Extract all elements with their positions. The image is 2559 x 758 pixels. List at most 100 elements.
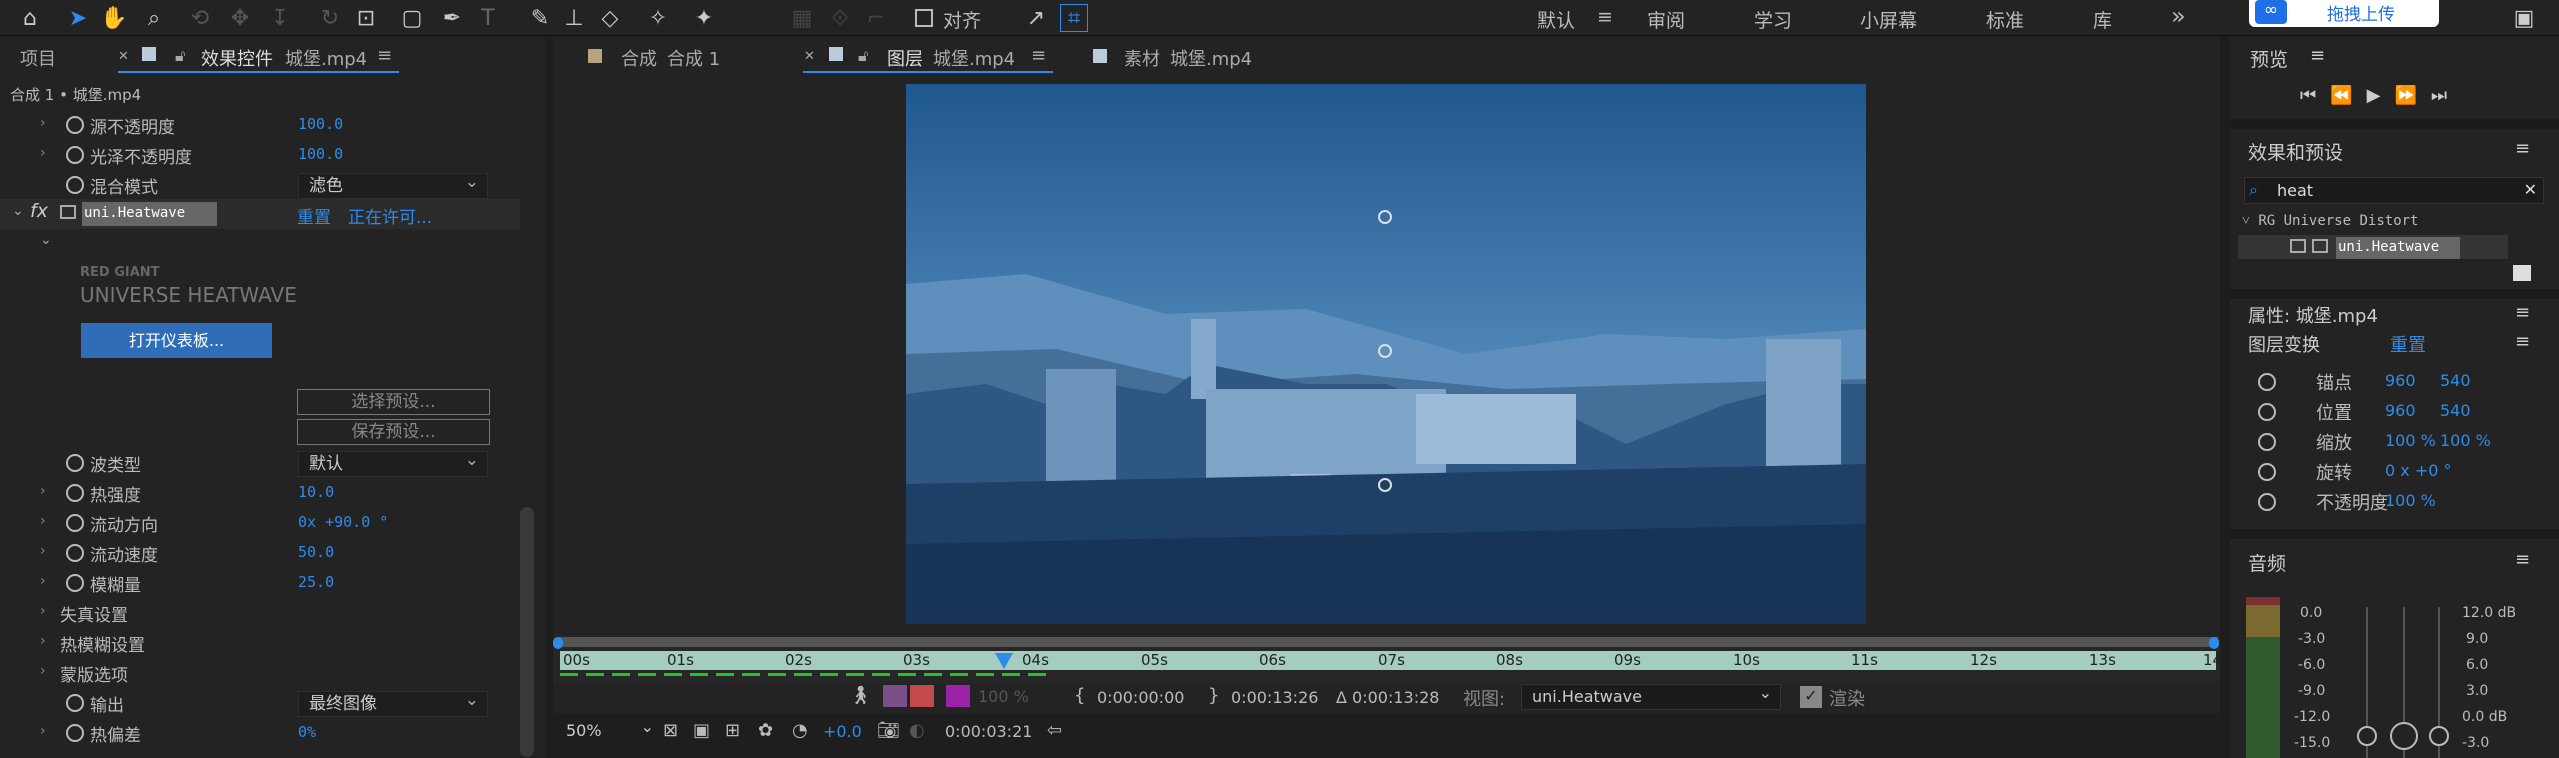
graph-icon[interactable]: ⟐ [826,4,854,32]
stopwatch-icon[interactable] [66,484,84,502]
effects-search-field[interactable]: ⌕ heat ✕ [2244,177,2544,204]
tree-item-row[interactable]: uni.Heatwave [2238,235,2508,259]
stopwatch-icon[interactable] [2258,493,2276,511]
group-row[interactable]: › 热模糊设置 [0,629,520,659]
property-value[interactable]: 100 % [2385,431,2436,450]
pen-tool-icon[interactable]: ✒ [438,4,466,32]
last-frame-icon[interactable]: ⏭ [2431,85,2461,106]
hand-tool-icon[interactable]: ✋ [100,4,128,32]
roto-brush-icon[interactable]: ✧ [644,4,672,32]
expand-arrow-icon[interactable]: › [40,483,46,499]
workspace-review[interactable]: 审阅 [1647,6,1685,33]
exposure-value[interactable]: +0.0 [823,722,862,741]
expand-arrow-icon[interactable]: › [40,543,46,559]
snap-target-icon[interactable]: ⌗ [1060,4,1088,32]
tab-effect-controls[interactable]: 效果控件 [201,45,273,71]
close-tab-icon[interactable]: ✕ [118,49,129,64]
flowchart-icon[interactable]: ⇦ [1047,720,1062,741]
open-dashboard-button[interactable]: 打开仪表板... [81,323,272,358]
brush-tool-icon[interactable]: ✎ [526,4,554,32]
stopwatch-icon[interactable] [66,454,84,472]
stopwatch-icon[interactable] [66,574,84,592]
stopwatch-icon[interactable] [66,514,84,532]
reset-link[interactable]: 重置 [297,203,331,228]
blend-mode-dropdown[interactable]: 滤色 [298,170,488,199]
view-dropdown[interactable]: uni.Heatwave ⌄ [1521,683,1781,710]
property-value[interactable]: 960 [2385,371,2416,390]
workspace-default[interactable]: 默认 [1537,6,1575,33]
panel-menu-icon[interactable]: ≡ [1031,45,1046,66]
property-value[interactable]: 0 x +0 ° [2385,461,2452,480]
property-value[interactable]: 100 % [2385,491,2436,510]
next-frame-icon[interactable]: ⏩ [2394,85,2430,106]
selection-tool-icon[interactable]: ➤ [64,4,92,32]
new-bin-icon[interactable] [2513,265,2531,281]
expand-arrow-icon[interactable]: › [40,723,46,739]
link-icon[interactable]: ⌐ [862,4,890,32]
licensing-link[interactable]: 正在许可... [348,203,432,228]
person-icon[interactable]: 🚶︎ [849,685,872,706]
workspace-more-icon[interactable]: » [2171,2,2186,30]
transform-reset-link[interactable]: 重置 [2390,331,2426,357]
clear-search-icon[interactable]: ✕ [2524,180,2537,199]
property-value[interactable]: 100.0 [298,115,343,133]
current-time[interactable]: 0:00:03:21 [945,722,1032,741]
in-point-bracket-icon[interactable]: { [1074,685,1085,706]
rectangle-tool-icon[interactable]: ▢ [398,4,426,32]
group-row[interactable]: › 失真设置 [0,599,520,629]
upload-button[interactable]: ∞ 拖拽上传 [2249,0,2439,27]
play-icon[interactable]: ▶ [2367,85,2395,106]
expand-arrow-icon[interactable]: › [40,603,46,619]
in-time[interactable]: 0:00:00:00 [1097,688,1184,707]
collapse-arrow-icon[interactable]: ⌄ [12,203,24,219]
property-value[interactable]: 100.0 [298,145,343,163]
first-frame-icon[interactable]: ⏮ [2300,85,2330,106]
anchor-point-handle[interactable] [1378,210,1392,224]
tab-project[interactable]: 项目 [20,45,56,71]
stopwatch-icon[interactable] [66,724,84,742]
work-area-bar[interactable] [558,637,2218,647]
render-checkbox[interactable]: ✓ [1800,686,1822,708]
stopwatch-icon[interactable] [66,176,84,194]
tab-layer[interactable]: 城堡.mp4 [933,45,1015,71]
show-snapshot-icon[interactable]: ◐ [909,720,925,741]
grid-guides-icon[interactable]: ⊞ [725,720,740,741]
panel-toggle-icon[interactable]: ▣ [2510,4,2538,32]
snapshot-icon[interactable]: 📷︎ [877,720,900,741]
anchor-point-handle[interactable] [1378,344,1392,358]
search-input[interactable]: heat [2277,181,2313,200]
property-value[interactable]: 540 [2440,401,2471,420]
expand-arrow-icon[interactable]: › [40,633,46,649]
panel-menu-icon[interactable]: ≡ [2515,302,2530,323]
home-icon[interactable]: ⌂ [16,4,44,32]
scrollbar-thumb[interactable] [520,507,534,757]
workspace-learn[interactable]: 学习 [1754,6,1792,33]
workspace-small-screen[interactable]: 小屏幕 [1860,6,1917,33]
tab-layer-prefix[interactable]: 图层 [887,45,923,71]
stopwatch-icon[interactable] [2258,433,2276,451]
tab-comp-prefix[interactable]: 合成 [621,45,657,71]
workspace-menu-icon[interactable]: ≡ [1597,6,1613,28]
expand-arrow-icon[interactable]: › [40,115,46,131]
orbit-tool-icon[interactable]: ⟲ [186,4,214,32]
stopwatch-icon[interactable] [66,116,84,134]
stopwatch-icon[interactable] [66,146,84,164]
tree-group[interactable]: ˅ RG Universe Distort [2242,213,2418,230]
wireframe-toggle-icon[interactable] [883,685,907,707]
expand-arrow-icon[interactable]: › [40,145,46,161]
stopwatch-icon[interactable] [66,544,84,562]
motion-path-toggle-icon[interactable] [910,685,934,707]
workspace-standard[interactable]: 标准 [1986,6,2024,33]
property-value[interactable]: 0x +90.0 ° [298,513,388,531]
resolution-icon[interactable]: ⊠ [663,720,678,741]
tab-comp[interactable]: 合成 1 [667,45,720,71]
zoom-tool-icon[interactable]: ⌕ [140,4,168,32]
dolly-tool-icon[interactable]: ↧ [266,4,294,32]
wave-type-dropdown[interactable]: 默认 [298,448,488,477]
anchor-tool-icon[interactable]: ⊡ [352,4,380,32]
panel-menu-icon[interactable]: ≡ [2515,331,2530,352]
workspace-library[interactable]: 库 [2093,6,2112,33]
group-row[interactable]: › 蒙版选项 [0,659,520,689]
panel-menu-icon[interactable]: ≡ [377,45,392,66]
panel-menu-icon[interactable]: ≡ [2310,45,2325,66]
